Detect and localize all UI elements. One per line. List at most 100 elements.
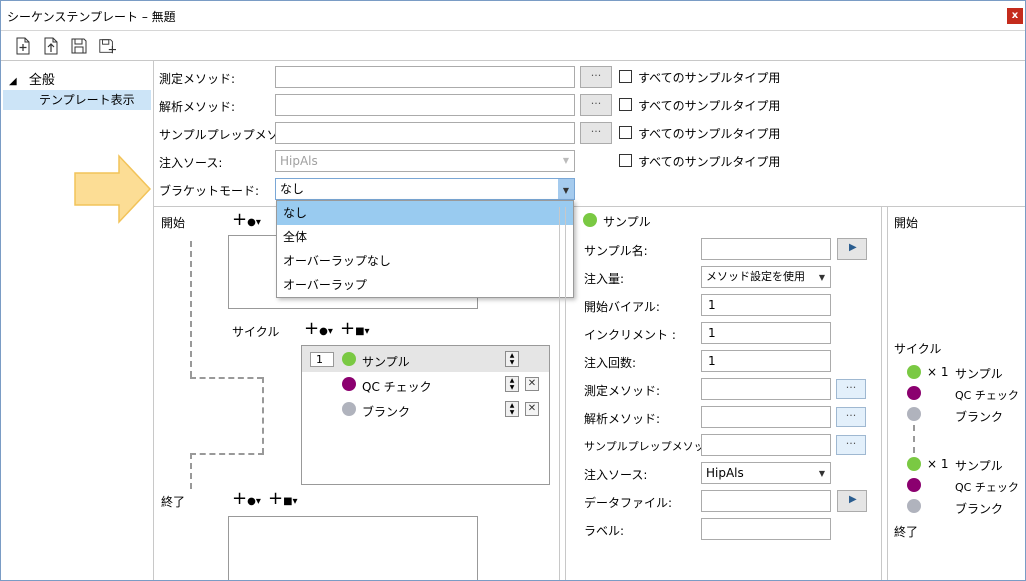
sample-injection-source-select[interactable]: HipAls ▼ [701, 462, 831, 484]
preview-qc-label: QC チェック [955, 389, 1019, 402]
toolbar [1, 31, 1025, 61]
panel-divider [881, 207, 882, 580]
analysis-method-all-types-label: すべてのサンプルタイプ用 [638, 99, 781, 113]
start-vial-input[interactable]: 1 [701, 294, 831, 316]
sample-dot-icon [907, 457, 921, 471]
data-file-input[interactable] [701, 490, 831, 512]
start-vial-label: 開始バイアル: [584, 300, 660, 314]
sample-name-input[interactable] [701, 238, 831, 260]
dropdown-option-no-overlap[interactable]: オーバーラップなし [277, 249, 573, 273]
connector-line [190, 453, 192, 489]
sample-prep-all-types-label: すべてのサンプルタイプ用 [638, 127, 781, 141]
preview-sample-label: サンプル [955, 367, 1003, 381]
injection-volume-label: 注入量: [584, 272, 625, 286]
injection-volume-select[interactable]: メソッド設定を使用 ▼ [701, 266, 831, 288]
panel-divider [887, 207, 888, 580]
chevron-down-icon: ▼ [562, 156, 569, 165]
save-icon[interactable] [70, 37, 88, 55]
sample-prep-method-browse-button[interactable]: ··· [836, 435, 866, 455]
sample-prep-method-label: サンプルプレップメソッド: [584, 440, 720, 453]
sample-prep-browse-button[interactable]: ··· [580, 122, 612, 144]
new-file-icon[interactable] [14, 37, 32, 55]
dropdown-option-overlap[interactable]: オーバーラップ [277, 273, 573, 297]
sample-injection-source-label: 注入ソース: [584, 468, 648, 482]
data-file-insert-button[interactable]: ▶ [837, 490, 867, 512]
add-block-cycle-button[interactable]: +■▾ [340, 318, 370, 339]
open-file-icon[interactable] [42, 37, 60, 55]
close-button[interactable]: x [1007, 8, 1023, 24]
sample-measure-method-label: 測定メソッド: [584, 384, 661, 398]
sample-analysis-method-label: 解析メソッド: [584, 412, 661, 426]
add-sample-start-button[interactable]: +●▾ [232, 209, 261, 230]
dropdown-option-none[interactable]: なし [277, 201, 573, 225]
save-as-icon[interactable] [98, 37, 116, 55]
qc-dot-icon [342, 377, 356, 391]
measure-method-input[interactable] [275, 66, 575, 88]
sample-dot-icon [342, 352, 356, 366]
label-input[interactable] [701, 518, 831, 540]
preview-end-label: 終了 [894, 525, 919, 539]
add-block-end-button[interactable]: +■▾ [268, 488, 298, 509]
add-sample-end-button[interactable]: +●▾ [232, 488, 261, 509]
injection-source-all-types-checkbox[interactable] [619, 154, 632, 167]
play-icon: ▶ [849, 242, 857, 253]
sample-measure-method-input[interactable] [701, 378, 831, 400]
measure-method-all-types-label: すべてのサンプルタイプ用 [638, 71, 781, 85]
window-title: シーケンステンプレート – 無題 [7, 10, 176, 24]
start-section-label: 開始 [161, 216, 186, 230]
preview-multiplier: × 1 [927, 457, 949, 471]
data-file-label: データファイル: [584, 496, 673, 510]
connector-line [190, 241, 192, 377]
injection-source-all-types-label: すべてのサンプルタイプ用 [638, 155, 781, 169]
measure-method-all-types-checkbox[interactable] [619, 70, 632, 83]
reorder-stepper[interactable]: ▲ ▼ [505, 376, 519, 392]
sample-name-insert-button[interactable]: ▶ [837, 238, 867, 260]
cycle-count-input[interactable]: 1 [310, 352, 334, 367]
label-field-label: ラベル: [584, 524, 625, 538]
add-sample-cycle-button[interactable]: +●▾ [304, 318, 333, 339]
sequence-template-window: シーケンステンプレート – 無題 x ◢ 全般 テンプレート表示 測定メソッド: [0, 0, 1026, 581]
measure-method-browse-button[interactable]: ··· [580, 66, 612, 88]
qc-dot-icon [907, 386, 921, 400]
connector-line [190, 453, 264, 455]
remove-item-button[interactable]: ✕ [525, 402, 539, 416]
collapse-triangle-icon[interactable]: ◢ [9, 76, 17, 87]
bracket-mode-select[interactable]: なし ▼ [275, 178, 575, 200]
navigation-tree: ◢ 全般 テンプレート表示 [1, 61, 154, 580]
injection-source-select[interactable]: HipAls ▼ [275, 150, 575, 172]
bracket-mode-label: ブラケットモード: [159, 184, 260, 198]
bracket-mode-dropdown-button[interactable]: ▼ [558, 179, 574, 199]
increment-label: インクリメント : [584, 328, 676, 342]
sample-prep-all-types-checkbox[interactable] [619, 126, 632, 139]
preview-start-label: 開始 [894, 216, 919, 230]
sample-analysis-method-input[interactable] [701, 406, 831, 428]
analysis-method-browse-button[interactable]: ··· [580, 94, 612, 116]
analysis-method-input[interactable] [275, 94, 575, 116]
sample-prep-method-input[interactable] [701, 434, 831, 456]
remove-item-button[interactable]: ✕ [525, 377, 539, 391]
sample-measure-method-browse-button[interactable]: ··· [836, 379, 866, 399]
blank-dot-icon [907, 499, 921, 513]
cycle-item-sample-label: サンプル [362, 355, 410, 369]
sample-panel-header: サンプル [603, 215, 651, 229]
preview-qc-label: QC チェック [955, 481, 1019, 494]
reorder-stepper[interactable]: ▲ ▼ [505, 401, 519, 417]
chevron-down-icon: ▼ [818, 273, 825, 282]
end-items-box [228, 516, 478, 580]
dropdown-option-all[interactable]: 全体 [277, 225, 573, 249]
injection-count-label: 注入回数: [584, 356, 637, 370]
increment-input[interactable]: 1 [701, 322, 831, 344]
play-icon: ▶ [849, 494, 857, 505]
tree-item-template-view[interactable]: テンプレート表示 [3, 90, 151, 110]
analysis-method-all-types-checkbox[interactable] [619, 98, 632, 111]
reorder-stepper[interactable]: ▲ ▼ [505, 351, 519, 367]
connector-line [913, 425, 915, 453]
preview-blank-label: ブランク [955, 502, 1004, 516]
injection-count-input[interactable]: 1 [701, 350, 831, 372]
injection-source-label: 注入ソース: [159, 156, 223, 170]
cycle-item-blank-label: ブランク [362, 405, 411, 419]
tree-root-general[interactable]: ◢ 全般 [9, 69, 55, 88]
sample-analysis-method-browse-button[interactable]: ··· [836, 407, 866, 427]
sample-dot-icon [907, 365, 921, 379]
sample-prep-input[interactable] [275, 122, 575, 144]
